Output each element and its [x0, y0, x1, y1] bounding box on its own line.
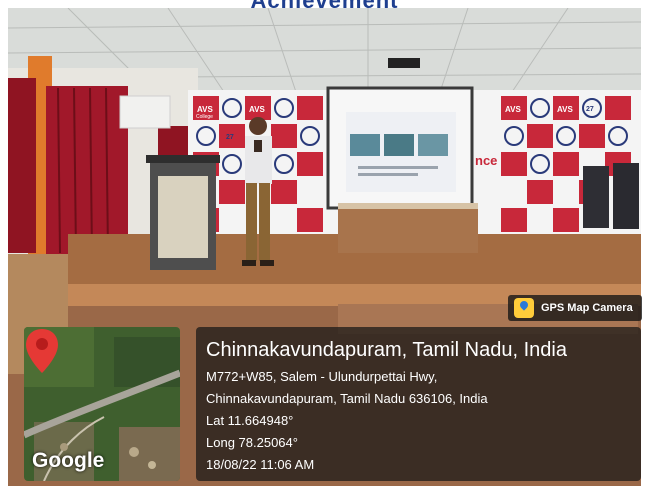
gps-camera-app-icon	[514, 298, 534, 318]
slide-image-3	[418, 134, 448, 156]
backdrop-number: 27	[586, 106, 594, 113]
address-line-1: M772+W85, Salem - Ulundurpettai Hwy,	[206, 369, 438, 384]
location-info-panel: Chinnakavundapuram, Tamil Nadu, India M7…	[196, 327, 641, 481]
projector	[388, 58, 420, 68]
longitude: Long 78.25064°	[206, 435, 298, 450]
gps-badge-label: GPS Map Camera	[541, 302, 633, 314]
backdrop-brand: AVS	[557, 105, 574, 114]
backdrop-brand: AVS	[249, 105, 266, 114]
presenter-table	[338, 205, 478, 253]
latitude: Lat 11.664948°	[206, 413, 294, 428]
curtain-left	[8, 78, 36, 253]
chair	[583, 166, 609, 228]
backdrop-number: 27	[226, 134, 234, 141]
air-conditioner	[119, 95, 171, 129]
place-name: Chinnakavundapuram, Tamil Nadu, India	[206, 339, 567, 361]
google-logo: Google	[32, 449, 105, 472]
map-thumbnail: Google	[24, 327, 180, 481]
backdrop-brand: AVS	[197, 105, 214, 114]
gps-map-camera-badge: GPS Map Camera	[508, 295, 642, 321]
backdrop-sub: College	[196, 114, 213, 120]
chair	[613, 163, 639, 229]
slide-image-1	[350, 134, 380, 156]
location-pin-icon	[26, 329, 58, 373]
backdrop-brand: AVS	[505, 105, 522, 114]
timestamp: 18/08/22 11:06 AM	[206, 457, 315, 472]
backdrop-partial-word: nce	[475, 153, 497, 168]
slide-image-2	[384, 134, 414, 156]
address-line-2: Chinnakavundapuram, Tamil Nadu 636106, I…	[206, 391, 488, 406]
